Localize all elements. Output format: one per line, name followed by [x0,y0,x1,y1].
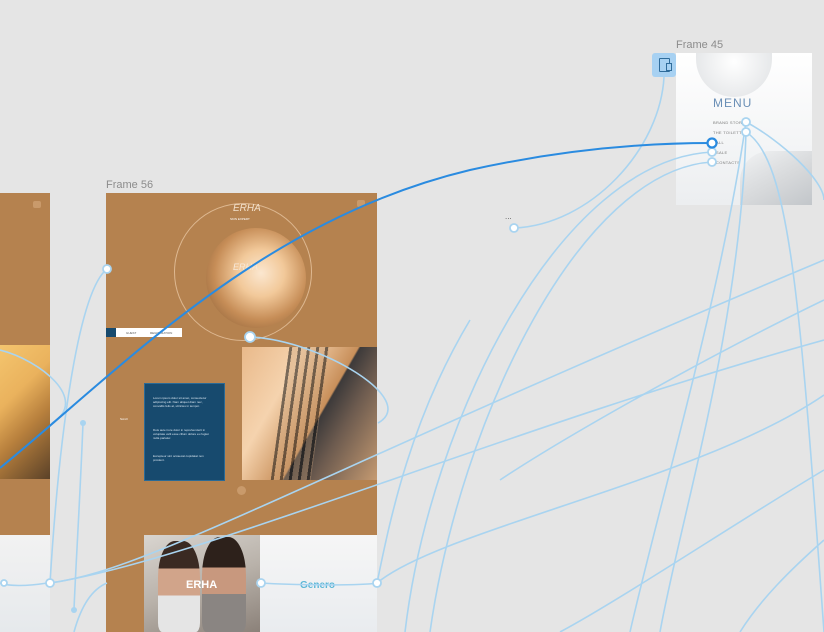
wire-menu-1 [745,121,824,201]
wire-right-3 [739,539,824,632]
wire-menu-3 [404,151,713,632]
wire-left-long-2 [49,339,824,584]
wire-bottom-left [73,582,108,632]
wire-cards [260,582,378,586]
wire-device-to-ellipsis [513,76,665,229]
wire-vertical [73,422,84,611]
wire-orb-to-building [249,336,389,424]
wire-left-arrow [0,349,67,424]
prototype-connections [0,76,824,632]
wire-active [0,142,713,469]
wire-left-long-1 [49,259,824,584]
wire-menu-6 [659,131,747,632]
wire-right-4 [499,299,824,481]
wire-menu-2 [745,131,824,632]
wire-frame56-left [49,268,108,584]
